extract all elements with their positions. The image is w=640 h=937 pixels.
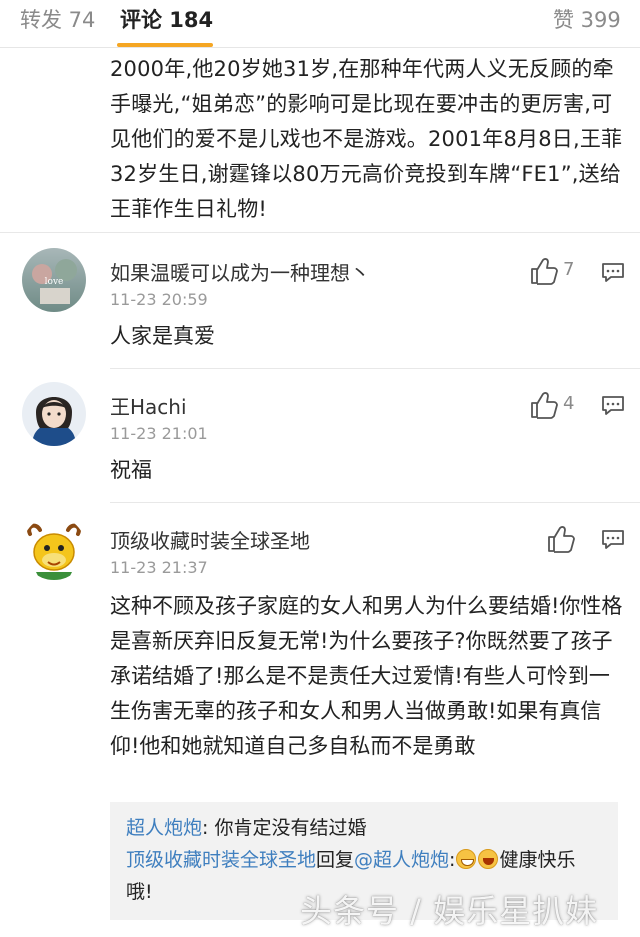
comment-username[interactable]: 顶级收藏时装全球圣地 — [110, 525, 310, 554]
thumbs-up-icon[interactable] — [546, 525, 576, 553]
tab-reposts[interactable]: 转发 74 — [20, 4, 95, 34]
watermark: 头条号 / 娱乐星扒妹 — [300, 892, 599, 930]
comment-time: 11-23 20:59 — [110, 290, 208, 309]
reply-verb: 回复 — [316, 849, 355, 871]
post-text: 2000年,他20岁她31岁,在那种年代两人义无反顾的牵手曝光,“姐弟恋”的影响… — [110, 57, 623, 221]
grin-emoji-icon — [456, 849, 477, 869]
comment-username[interactable]: 如果温暖可以成为一种理想丶 — [110, 257, 370, 286]
reply-username[interactable]: 顶级收藏时装全球圣地 — [126, 849, 316, 871]
avatar[interactable] — [22, 382, 86, 446]
active-tab-indicator — [117, 43, 213, 47]
thumbs-up-icon[interactable] — [529, 257, 559, 285]
divider — [0, 232, 640, 233]
avatar[interactable]: love — [22, 248, 86, 312]
sub-reply[interactable]: 超人炮炮: 你肯定没有结过婚 — [126, 812, 602, 844]
like-count: 7 — [563, 259, 575, 280]
reply-colon: : — [449, 849, 456, 871]
svg-text:love: love — [45, 277, 64, 287]
mention-link[interactable]: @超人炮炮 — [354, 849, 449, 871]
reply-icon[interactable] — [601, 529, 625, 551]
divider — [110, 502, 640, 503]
thumbs-up-icon[interactable] — [529, 391, 559, 419]
avatar[interactable] — [22, 516, 86, 580]
reply-icon[interactable] — [601, 395, 625, 417]
tab-comments[interactable]: 评论 184 — [120, 4, 213, 34]
comment-username[interactable]: 王Hachi — [110, 391, 187, 420]
like-count: 4 — [563, 393, 575, 414]
comment-time: 11-23 21:37 — [110, 558, 208, 577]
comment-text: 人家是真爱 — [110, 324, 215, 348]
divider — [110, 368, 640, 369]
reply-icon[interactable] — [601, 262, 625, 284]
reply-username[interactable]: 超人炮炮 — [126, 817, 202, 839]
reply-text: : 你肯定没有结过婚 — [202, 817, 367, 839]
tab-likes[interactable]: 赞 399 — [553, 4, 621, 34]
comment-text: 祝福 — [110, 458, 152, 482]
comment-text: 这种不顾及孩子家庭的女人和男人为什么要结婚!你性格是喜新厌弃旧反复无常!为什么要… — [110, 594, 623, 758]
laugh-emoji-icon — [478, 849, 499, 869]
comment-tabs: 转发 74 评论 184 赞 399 — [0, 0, 640, 48]
comment-time: 11-23 21:01 — [110, 424, 208, 443]
